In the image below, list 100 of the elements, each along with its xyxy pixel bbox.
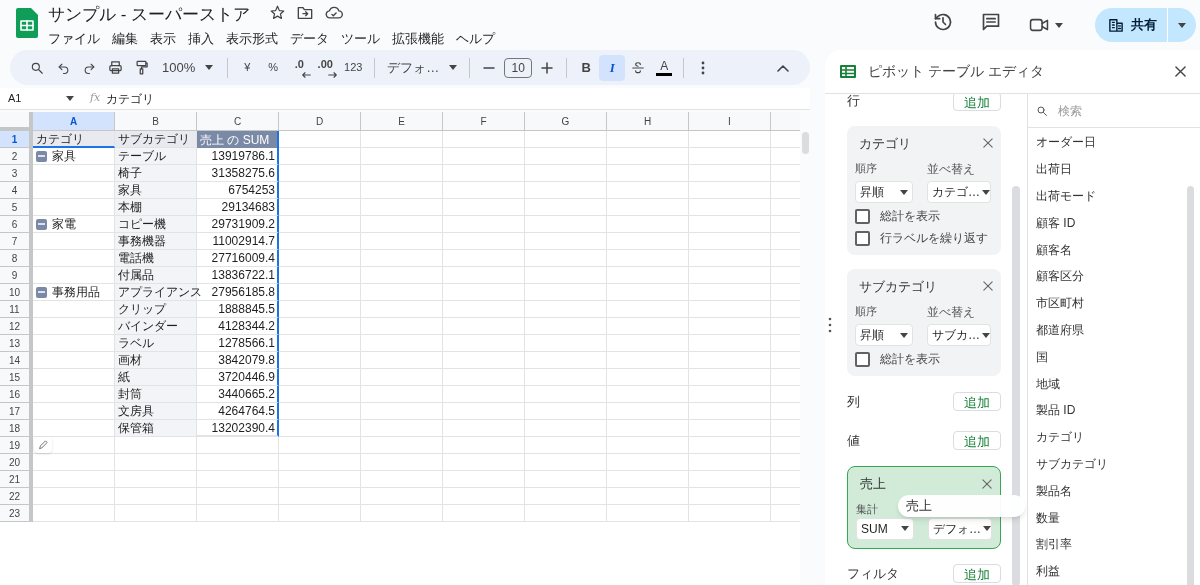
add-button[interactable]: 追加 xyxy=(953,391,1001,411)
grid-cell[interactable] xyxy=(279,250,361,267)
grid-cell[interactable] xyxy=(443,352,525,369)
grid-cell[interactable] xyxy=(525,250,607,267)
checkbox[interactable] xyxy=(855,230,870,246)
grid-cell[interactable] xyxy=(115,505,197,522)
grid-cell[interactable] xyxy=(279,284,361,301)
grid-cell[interactable] xyxy=(443,369,525,386)
grid-cell[interactable] xyxy=(279,403,361,420)
grid-cell[interactable] xyxy=(361,471,443,488)
order-dropdown[interactable]: 昇順 xyxy=(855,181,913,204)
grid-cell[interactable] xyxy=(197,454,279,471)
grid-cell[interactable] xyxy=(443,335,525,352)
grid-cell[interactable] xyxy=(115,471,197,488)
grid-cell[interactable] xyxy=(443,454,525,471)
menu-item[interactable]: 挿入 xyxy=(188,29,214,49)
column-header[interactable]: F xyxy=(443,112,525,131)
grid-cell[interactable] xyxy=(689,233,771,250)
grid-cell[interactable] xyxy=(525,420,607,437)
grid-cell[interactable] xyxy=(279,148,361,165)
grid-cell[interactable] xyxy=(607,420,689,437)
field-list-item[interactable]: 製品 ID xyxy=(1036,396,1200,424)
grid-cell[interactable] xyxy=(689,148,771,165)
grid-cell[interactable] xyxy=(361,369,443,386)
currency-button[interactable]: ¥ xyxy=(234,59,261,76)
grid-cell[interactable] xyxy=(361,216,443,233)
row-number[interactable]: 8 xyxy=(0,250,33,267)
grid-cell[interactable] xyxy=(525,369,607,386)
row-number[interactable]: 17 xyxy=(0,403,33,420)
grid-cell[interactable] xyxy=(525,301,607,318)
grid-cell[interactable] xyxy=(361,386,443,403)
grid-cell[interactable] xyxy=(443,216,525,233)
grid-cell[interactable] xyxy=(443,488,525,505)
dragged-field-chip[interactable]: 売上 xyxy=(898,494,1025,517)
menu-item[interactable]: 編集 xyxy=(112,29,138,49)
grid-cell[interactable] xyxy=(525,165,607,182)
row-number[interactable]: 15 xyxy=(0,369,33,386)
row-number[interactable]: 20 xyxy=(0,454,33,471)
grid-cell[interactable] xyxy=(525,454,607,471)
grid-cell[interactable] xyxy=(361,437,443,454)
grid-cell[interactable] xyxy=(525,505,607,522)
grid-cell[interactable] xyxy=(607,454,689,471)
grid-cell[interactable] xyxy=(689,165,771,182)
grid-cell[interactable] xyxy=(279,471,361,488)
grid-cell[interactable] xyxy=(689,216,771,233)
menu-item[interactable]: ヘルプ xyxy=(456,29,495,49)
percent-button[interactable]: % xyxy=(260,59,287,76)
grid-cell[interactable] xyxy=(443,318,525,335)
grid-cell[interactable] xyxy=(443,199,525,216)
grid-cell[interactable] xyxy=(197,505,279,522)
grid-cell[interactable] xyxy=(279,233,361,250)
row-number[interactable]: 22 xyxy=(0,488,33,505)
name-box[interactable]: A1 xyxy=(0,90,80,107)
grid-cell[interactable] xyxy=(525,284,607,301)
grid-cell[interactable] xyxy=(689,386,771,403)
grid-cell[interactable] xyxy=(443,403,525,420)
grid-cell[interactable] xyxy=(689,318,771,335)
row-number[interactable]: 2 xyxy=(0,148,33,165)
grid-cell[interactable] xyxy=(607,386,689,403)
grid-cell[interactable] xyxy=(443,233,525,250)
grid-cell[interactable] xyxy=(607,335,689,352)
grid-cell[interactable] xyxy=(525,488,607,505)
field-list-item[interactable]: カテゴリ xyxy=(1036,423,1200,451)
column-header[interactable]: H xyxy=(607,112,689,131)
grid-cell[interactable] xyxy=(279,454,361,471)
menu-item[interactable]: 表示 xyxy=(150,29,176,49)
grid-cell[interactable] xyxy=(607,437,689,454)
scrollbar-thumb[interactable] xyxy=(1187,186,1194,585)
grid-cell[interactable] xyxy=(689,437,771,454)
row-number[interactable]: 18 xyxy=(0,420,33,437)
column-header[interactable]: D xyxy=(279,112,361,131)
grid-cell[interactable] xyxy=(607,199,689,216)
grid-cell[interactable] xyxy=(689,420,771,437)
grid-cell[interactable] xyxy=(525,352,607,369)
grid-cell[interactable] xyxy=(525,148,607,165)
menu-item[interactable]: ツール xyxy=(341,29,380,49)
field-list-item[interactable]: 出荷日 xyxy=(1036,155,1200,183)
grid-cell[interactable] xyxy=(443,505,525,522)
grid-cell[interactable] xyxy=(443,301,525,318)
grid-cell[interactable] xyxy=(33,505,115,522)
column-header[interactable]: B xyxy=(115,112,197,131)
grid-cell[interactable] xyxy=(525,318,607,335)
row-number[interactable]: 19 xyxy=(0,437,33,454)
grid-cell[interactable] xyxy=(525,267,607,284)
grid-cell[interactable] xyxy=(689,284,771,301)
row-number[interactable]: 16 xyxy=(0,386,33,403)
grid-cell[interactable] xyxy=(607,301,689,318)
menu-item[interactable]: データ xyxy=(290,29,329,49)
grid-cell[interactable] xyxy=(279,182,361,199)
edit-button[interactable] xyxy=(34,437,52,453)
column-header[interactable]: C xyxy=(197,112,279,131)
grid-cell[interactable] xyxy=(361,131,443,148)
menu-item[interactable]: 表示形式 xyxy=(226,29,278,49)
grid-cell[interactable] xyxy=(115,488,197,505)
field-list-item[interactable]: 顧客 ID xyxy=(1036,209,1200,237)
grid-cell[interactable] xyxy=(607,352,689,369)
grid-cell[interactable] xyxy=(689,182,771,199)
grid-cell[interactable] xyxy=(279,267,361,284)
select-all-corner[interactable] xyxy=(0,112,33,131)
row-number[interactable]: 21 xyxy=(0,471,33,488)
